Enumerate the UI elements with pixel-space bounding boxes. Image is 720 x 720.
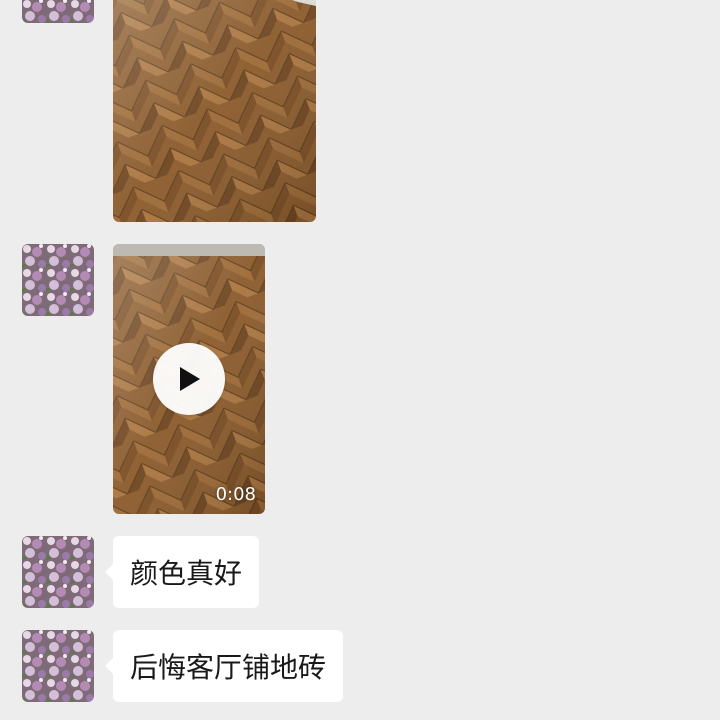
wood-floor-photo [113,0,316,222]
play-button[interactable] [153,343,225,415]
image-message[interactable] [113,0,316,222]
contact-avatar[interactable] [22,0,94,23]
message-text: 后悔客厅铺地砖 [130,651,327,684]
lilac-avatar-icon [22,536,94,608]
contact-avatar[interactable] [22,244,94,316]
text-message-bubble[interactable]: 后悔客厅铺地砖 [104,630,344,702]
video-message[interactable]: 0:08 [113,244,265,514]
lilac-avatar-icon [22,630,94,702]
lilac-avatar-icon [22,0,94,23]
contact-avatar[interactable] [22,536,94,608]
text-message-bubble[interactable]: 颜色真好 [104,536,260,608]
lilac-avatar-icon [22,244,94,316]
message-text: 颜色真好 [130,557,243,590]
video-duration: 0:08 [215,484,256,505]
contact-avatar[interactable] [22,630,94,702]
play-icon [180,367,200,391]
